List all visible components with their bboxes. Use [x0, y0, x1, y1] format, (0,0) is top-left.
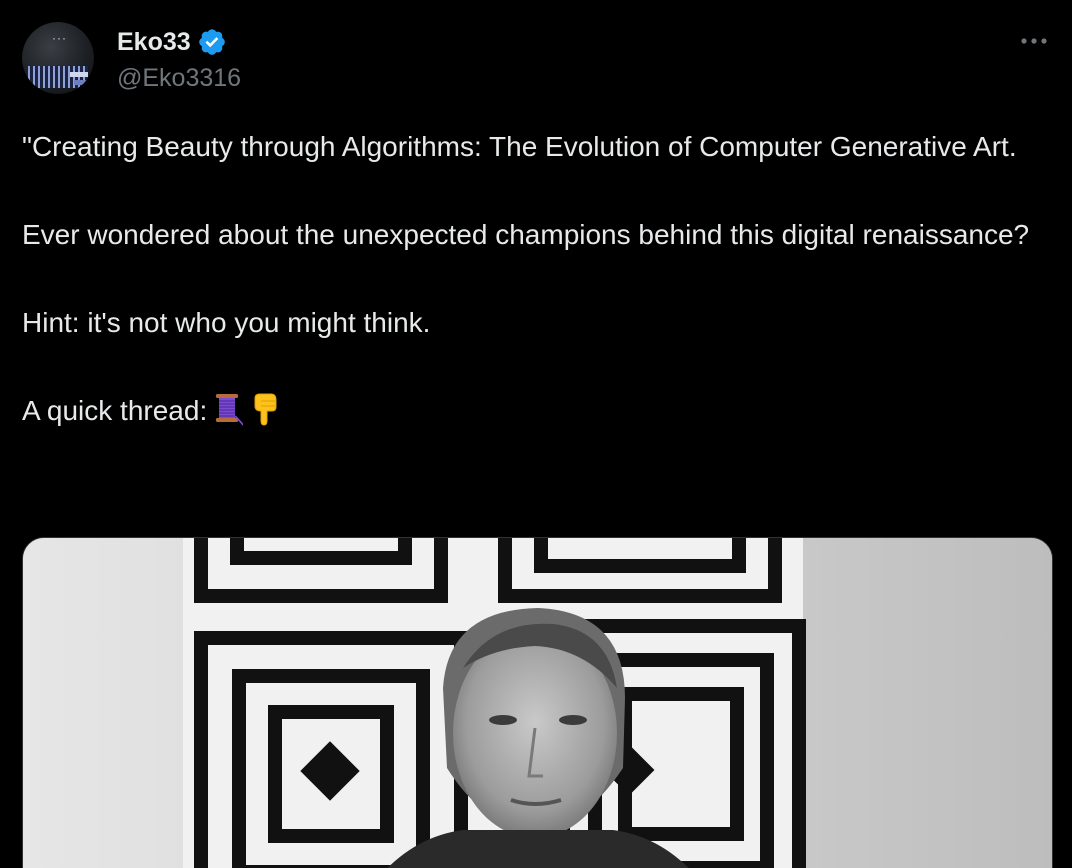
tweet-text: "Creating Beauty through Algorithms: The…: [22, 125, 1042, 439]
author-name-row: Eko33: [117, 27, 227, 57]
tweet-paragraph-2: Ever wondered about the unexpected champ…: [22, 219, 1030, 250]
avatar-bar: [70, 72, 88, 77]
tweet-paragraph-4: A quick thread:: [22, 389, 1042, 439]
tweet-paragraph-1: "Creating Beauty through Algorithms: The…: [22, 131, 1017, 162]
author-display-name[interactable]: Eko33: [117, 27, 191, 57]
tweet-card: ··· Eko33 @Eko3316 "Creating Beauty thro…: [0, 0, 1072, 868]
verified-badge-icon[interactable]: [197, 27, 227, 57]
thread-lead-text: A quick thread:: [22, 395, 208, 426]
tweet-paragraph-3: Hint: it's not who you might think.: [22, 307, 431, 338]
more-options-button[interactable]: [1016, 26, 1052, 56]
author-handle[interactable]: @Eko3316: [117, 63, 241, 93]
author-avatar[interactable]: ···: [22, 22, 94, 94]
tweet-media-photo[interactable]: [22, 537, 1053, 868]
avatar-bar-2: [74, 80, 88, 85]
photo-image: [23, 538, 1052, 868]
pointing-down-icon: [249, 392, 281, 439]
ellipsis-icon: [1021, 38, 1047, 44]
avatar-dots: ···: [52, 31, 67, 45]
spool-of-thread-icon: [213, 392, 244, 439]
